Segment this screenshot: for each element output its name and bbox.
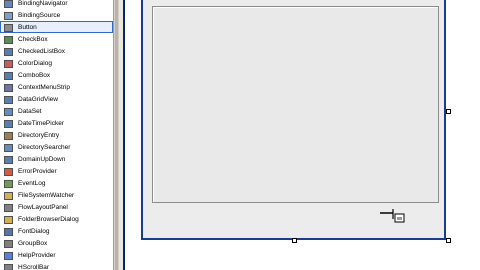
toolbox-item[interactable]: ContextMenuStrip [0, 81, 113, 93]
form-designer-window[interactable] [141, 0, 446, 240]
data-grid-view-icon [4, 96, 13, 104]
toolbox-item[interactable]: ErrorProvider [0, 165, 113, 177]
toolbox-panel: BindingNavigator BindingSource Button Check… [0, 0, 113, 270]
toolbox-item[interactable]: ColorDialog [0, 57, 113, 69]
dataset-icon [4, 108, 13, 116]
toolbox-item[interactable]: EventLog [0, 177, 113, 189]
binding-navigator-icon [4, 0, 13, 8]
directory-searcher-icon [4, 144, 13, 152]
date-time-picker-icon [4, 120, 13, 128]
resize-handle-bottom-right[interactable] [446, 238, 451, 243]
toolbox-item[interactable]: HScrollBar [0, 261, 113, 270]
add-control-cursor-icon [380, 209, 405, 223]
toolbox-item[interactable]: HelpProvider [0, 249, 113, 261]
resize-handle-right[interactable] [446, 109, 451, 114]
color-dialog-icon [4, 60, 13, 68]
binding-source-icon [4, 12, 13, 20]
form-client-area[interactable] [152, 6, 439, 203]
toolbox-item[interactable]: DomainUpDown [0, 153, 113, 165]
resize-handle-bottom[interactable] [292, 238, 297, 243]
toolbox-item[interactable]: DataSet [0, 105, 113, 117]
toolbox-item[interactable]: FolderBrowserDialog [0, 213, 113, 225]
flow-layout-panel-icon [4, 204, 13, 212]
button-icon [4, 24, 13, 32]
context-menu-strip-icon [4, 84, 13, 92]
toolbox-item[interactable]: DataGridView [0, 93, 113, 105]
error-provider-icon [4, 168, 13, 176]
toolbox-item[interactable]: Button [0, 21, 113, 33]
groupbox-icon [4, 240, 13, 248]
checkbox-icon [4, 36, 13, 44]
folder-browser-dialog-icon [4, 216, 13, 224]
domain-updown-icon [4, 156, 13, 164]
toolbox-scrollbar-thumb[interactable] [115, 0, 118, 270]
font-dialog-icon [4, 228, 13, 236]
directory-entry-icon [4, 132, 13, 140]
combobox-icon [4, 72, 13, 80]
toolbox-item[interactable]: ComboBox [0, 69, 113, 81]
toolbox-item[interactable]: FlowLayoutPanel [0, 201, 113, 213]
help-provider-icon [4, 252, 13, 260]
toolbox-item[interactable]: DirectoryEntry [0, 129, 113, 141]
toolbox-item[interactable]: FontDialog [0, 225, 113, 237]
toolbox-list: BindingNavigator BindingSource Button Check… [0, 0, 113, 270]
toolbox-item[interactable]: DateTimePicker [0, 117, 113, 129]
hscrollbar-icon [4, 264, 13, 270]
toolbox-item[interactable]: CheckBox [0, 33, 113, 45]
toolbox-item[interactable]: CheckedListBox [0, 45, 113, 57]
event-log-icon [4, 180, 13, 188]
toolbox-item[interactable]: BindingNavigator [0, 0, 113, 9]
toolbox-item[interactable]: FileSystemWatcher [0, 189, 113, 201]
toolbox-item[interactable]: DirectorySearcher [0, 141, 113, 153]
checked-listbox-icon [4, 48, 13, 56]
file-system-watcher-icon [4, 192, 13, 200]
design-surface[interactable] [125, 0, 480, 270]
toolbox-item-label: HScrollBar [18, 264, 50, 270]
toolbox-item[interactable]: GroupBox [0, 237, 113, 249]
toolbox-item[interactable]: BindingSource [0, 9, 113, 21]
